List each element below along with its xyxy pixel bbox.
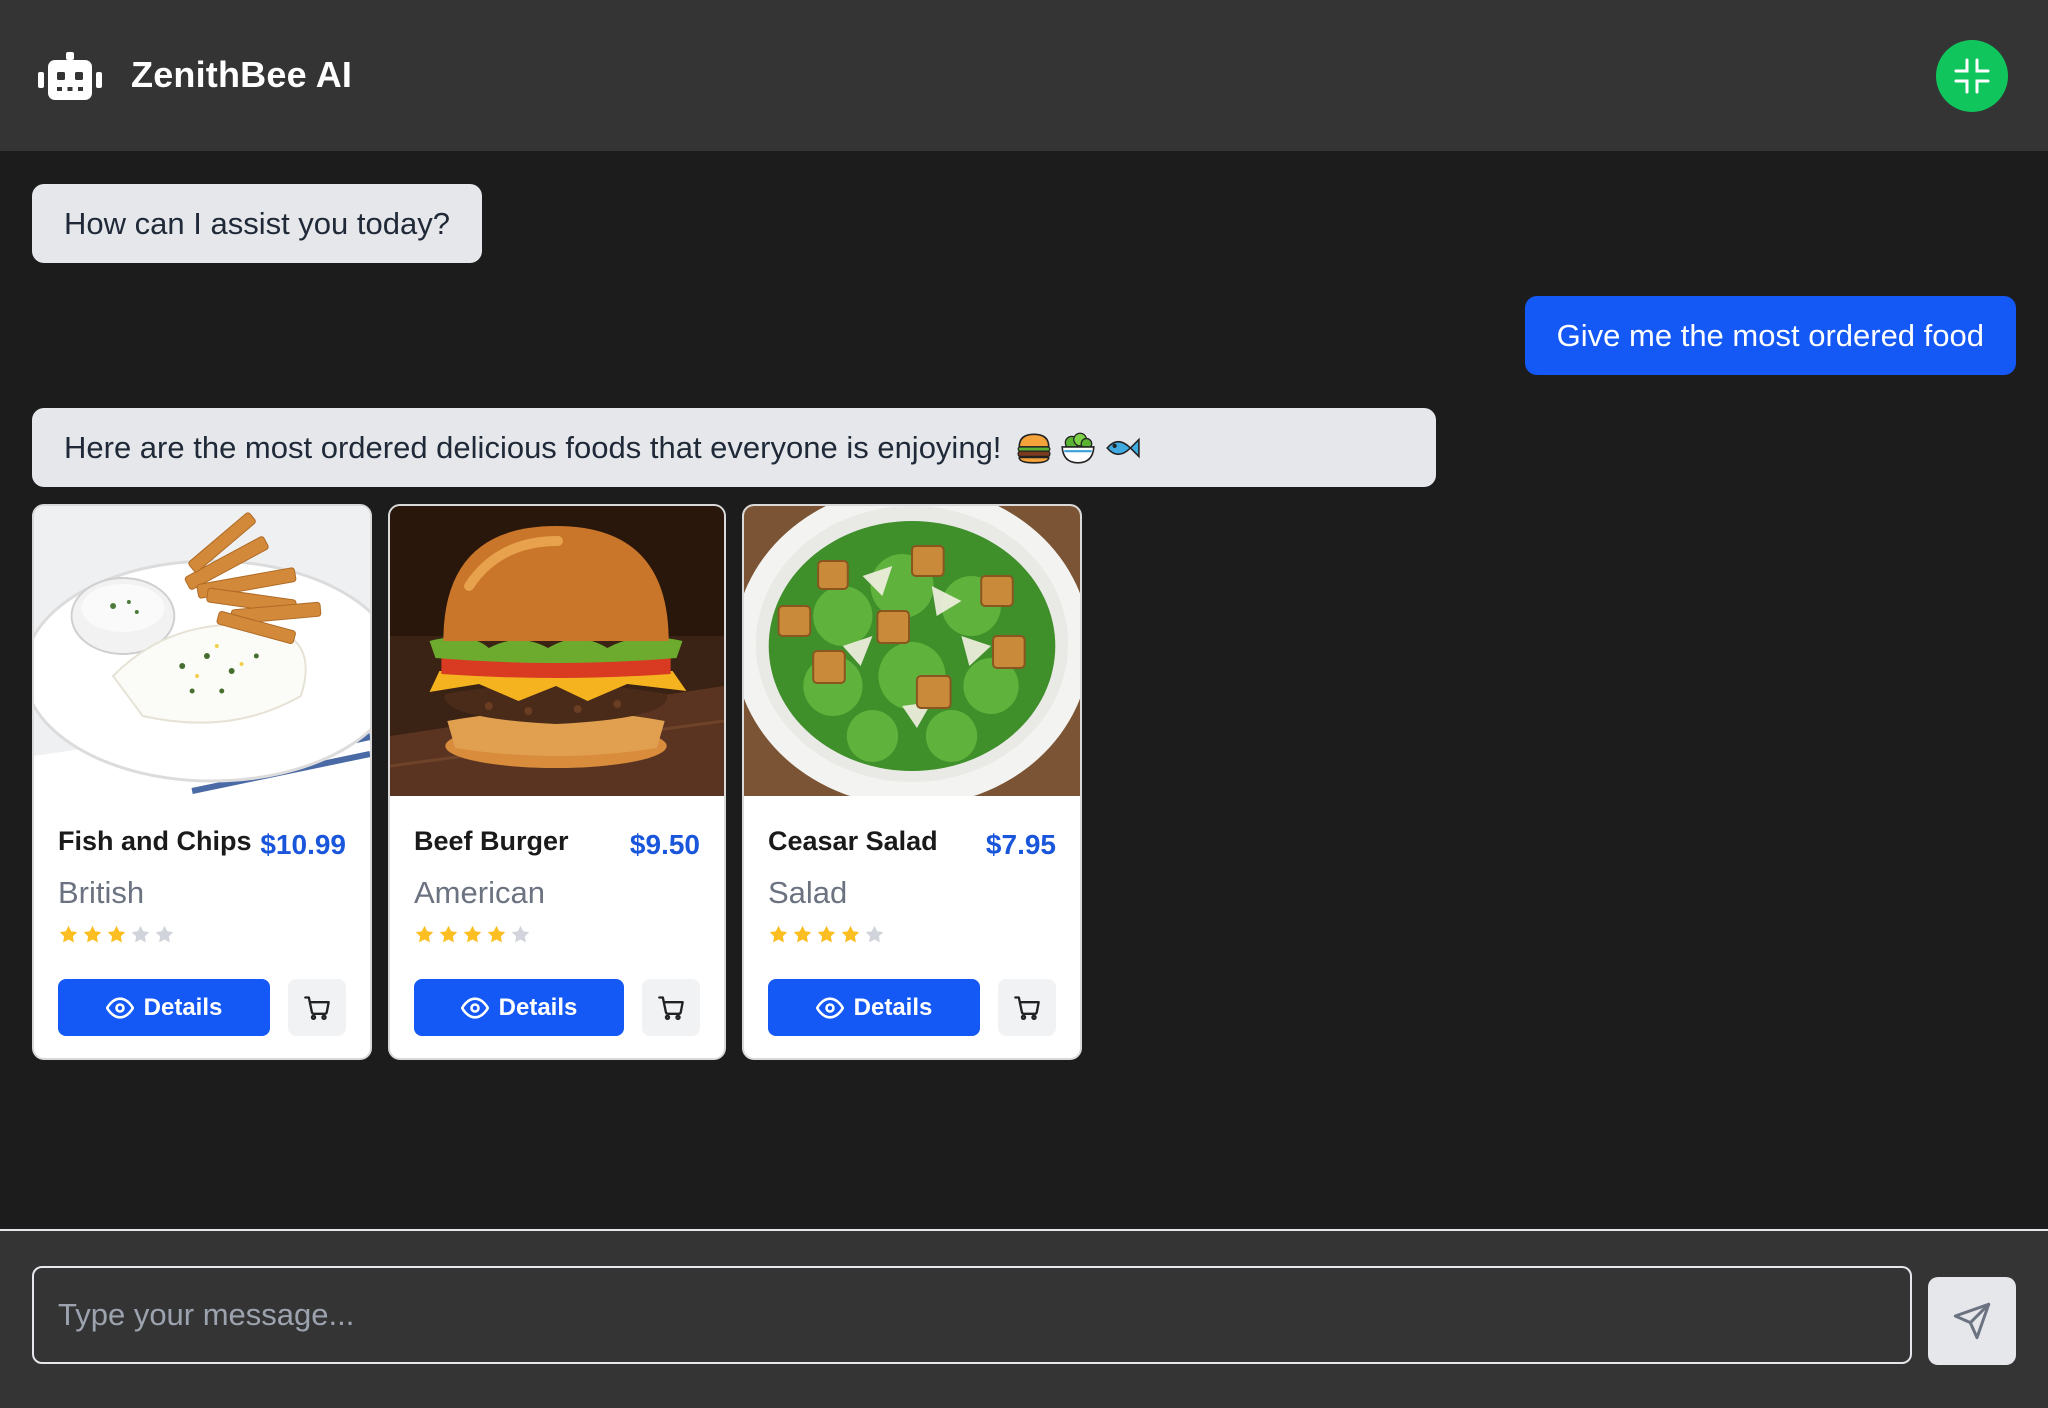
food-price: $10.99 — [260, 829, 346, 860]
star-filled-icon — [793, 925, 812, 943]
bot-message: How can I assist you today? — [32, 184, 482, 263]
star-rating — [768, 924, 885, 945]
add-to-cart-button[interactable] — [288, 979, 346, 1036]
food-name: Fish and Chips — [58, 826, 252, 856]
star-filled-icon — [487, 925, 506, 943]
send-button[interactable] — [1928, 1277, 2016, 1365]
food-name: Beef Burger — [414, 826, 569, 856]
message-text: Here are the most ordered delicious food… — [64, 429, 1002, 465]
star-empty-icon — [865, 925, 884, 943]
star-filled-icon — [107, 925, 126, 943]
food-cuisine: American — [414, 875, 545, 910]
details-label: Details — [498, 993, 578, 1021]
chat-header: ZenithBee AI — [0, 0, 2048, 151]
food-name: Ceasar Salad — [768, 826, 938, 856]
message-text: How can I assist you today? — [64, 205, 450, 241]
add-to-cart-button[interactable] — [998, 979, 1056, 1036]
star-filled-icon — [83, 925, 102, 943]
star-rating — [58, 924, 175, 945]
chat-footer — [0, 1229, 2048, 1408]
salad-emoji — [1061, 432, 1096, 464]
cart-icon — [1014, 995, 1040, 1020]
star-filled-icon — [439, 925, 458, 943]
food-image-caesar-salad — [744, 506, 1080, 796]
food-price: $7.95 — [985, 829, 1056, 860]
send-icon — [1953, 1302, 1991, 1340]
minimize-button[interactable] — [1936, 40, 2008, 112]
star-filled-icon — [841, 925, 860, 943]
add-to-cart-button[interactable] — [642, 979, 700, 1036]
fish-emoji — [1106, 437, 1141, 458]
eye-icon — [815, 996, 844, 1019]
star-filled-icon — [817, 925, 836, 943]
cart-icon — [304, 995, 330, 1020]
app-title: ZenithBee AI — [131, 54, 353, 95]
user-message: Give me the most ordered food — [1524, 296, 2016, 375]
food-price: $9.50 — [629, 829, 700, 860]
details-button[interactable]: Details — [58, 979, 270, 1036]
message-input[interactable] — [34, 1268, 1910, 1362]
details-button[interactable]: Details — [414, 979, 624, 1036]
cart-icon — [658, 995, 684, 1020]
details-button[interactable]: Details — [768, 979, 980, 1036]
message-input-container — [32, 1266, 1912, 1364]
robot-icon — [38, 52, 102, 100]
star-filled-icon — [415, 925, 434, 943]
star-filled-icon — [463, 925, 482, 943]
star-empty-icon — [131, 925, 150, 943]
minimize-icon — [1954, 58, 1990, 94]
food-cuisine: Salad — [768, 875, 848, 910]
eye-icon — [460, 996, 489, 1019]
food-cuisine: British — [58, 875, 145, 910]
bot-message: Here are the most ordered delicious food… — [32, 408, 1436, 487]
hamburger-emoji — [1017, 432, 1051, 464]
star-rating — [414, 924, 531, 945]
star-filled-icon — [769, 925, 788, 943]
eye-icon — [105, 996, 134, 1019]
star-empty-icon — [511, 925, 530, 943]
food-image-fish-and-chips — [34, 506, 370, 796]
message-text: Give me the most ordered food — [1556, 317, 1984, 353]
star-empty-icon — [155, 925, 174, 943]
food-card[interactable]: Fish and Chips $10.99 British Details — [32, 504, 372, 1060]
star-filled-icon — [59, 925, 78, 943]
food-image-beef-burger — [390, 506, 724, 796]
food-card[interactable]: Ceasar Salad $7.95 Salad Details — [742, 504, 1082, 1060]
food-card[interactable]: Beef Burger $9.50 American Details — [388, 504, 726, 1060]
details-label: Details — [853, 993, 933, 1021]
details-label: Details — [143, 993, 223, 1021]
